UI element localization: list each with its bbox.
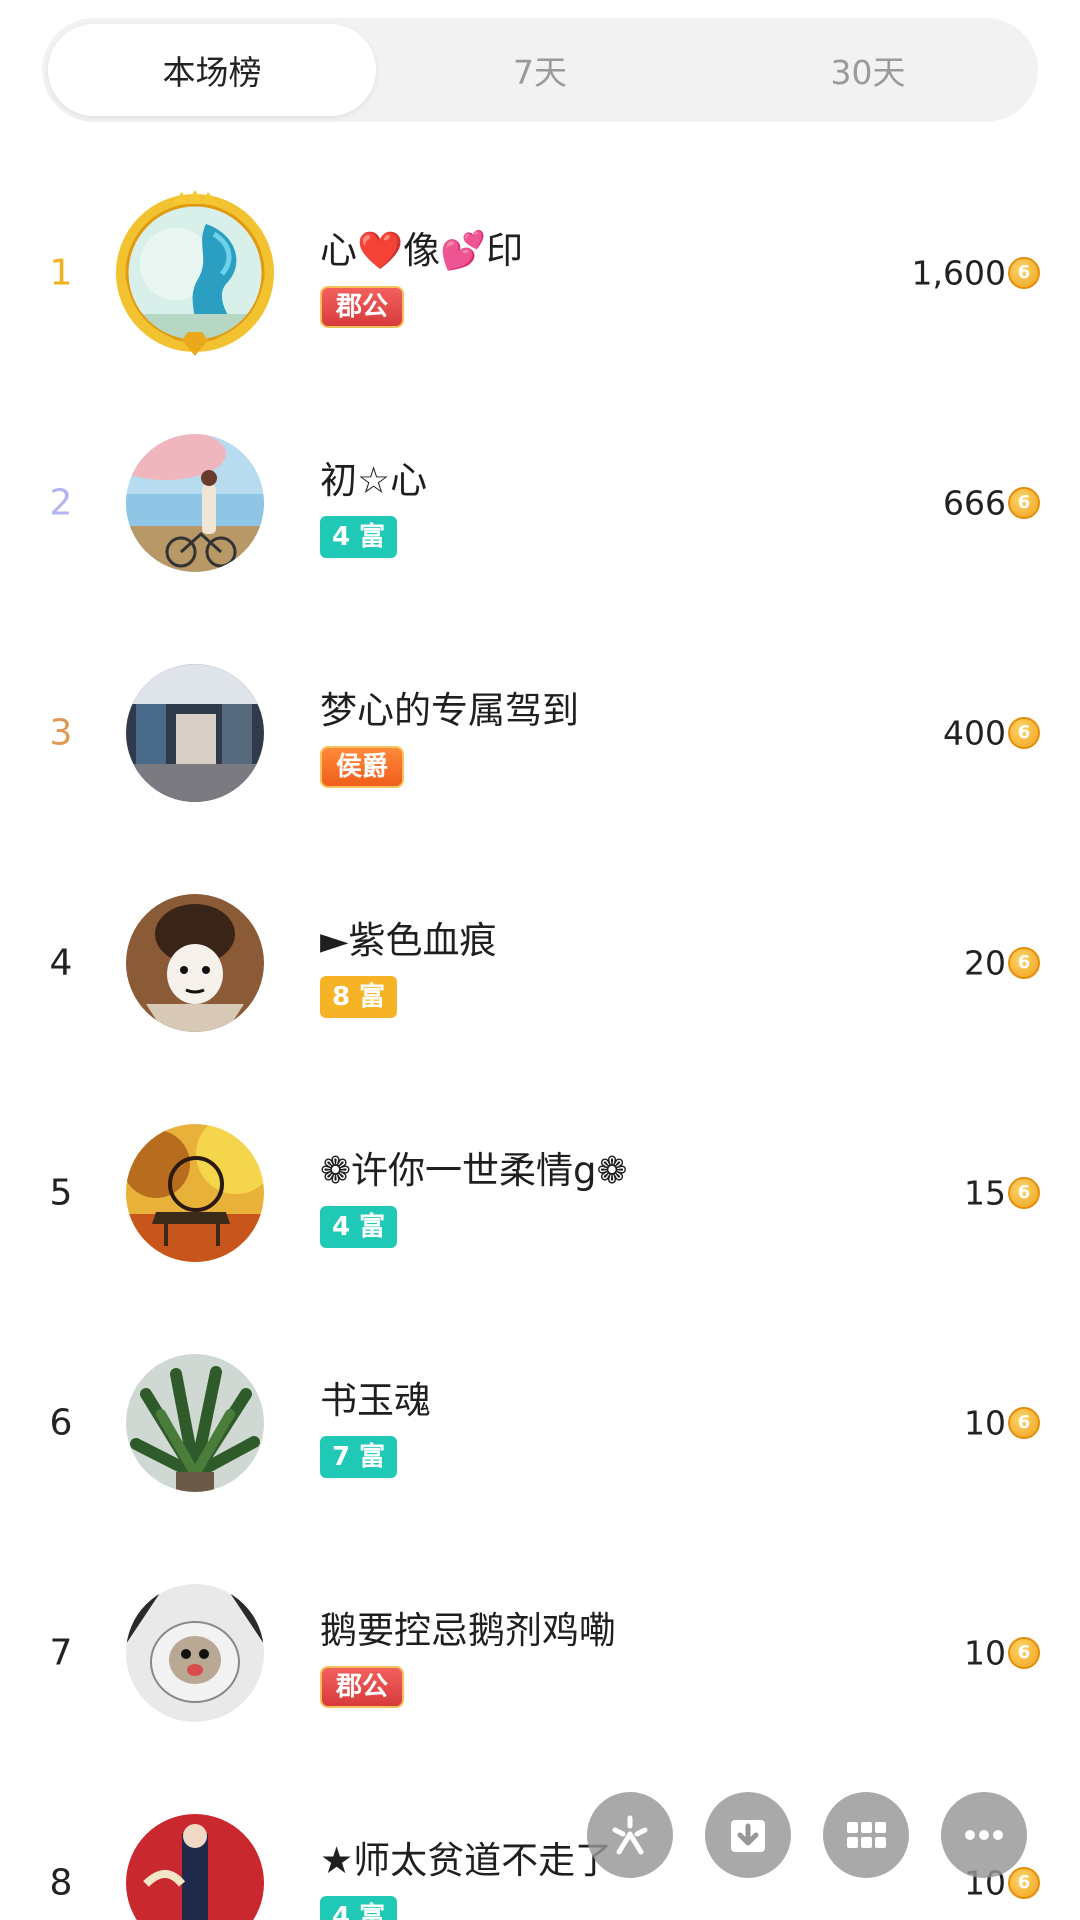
avatar[interactable] (126, 1124, 264, 1262)
rank-number: 6 (49, 1402, 73, 1444)
download-button[interactable] (705, 1792, 791, 1878)
coin-icon: 6 (1008, 947, 1040, 979)
list-item[interactable]: 6 书玉魂 7 富 10 6 (0, 1308, 1080, 1538)
coin-icon: 6 (1008, 487, 1040, 519)
tab-current-session[interactable]: 本场榜 (48, 24, 376, 116)
score-value: 1,600 (911, 253, 1006, 293)
score-value: 10 (964, 1403, 1006, 1443)
list-item[interactable]: 5 ❁许你一世柔情g❁ 4 富 15 6 (0, 1078, 1080, 1308)
rank-number: 4 (49, 942, 73, 984)
grid-button[interactable] (823, 1792, 909, 1878)
noble-badge: 侯爵 (320, 746, 405, 788)
user-name: 心❤️像💕印 (320, 229, 524, 272)
user-name: ❁许你一世柔情g❁ (320, 1149, 628, 1192)
user-name: ►紫色血痕 (320, 919, 497, 962)
list-item[interactable]: 1 心❤️像💕印 郡公 1,600 6 (0, 158, 1080, 388)
sparkle-button[interactable] (587, 1792, 673, 1878)
tab-30-days[interactable]: 30天 (704, 24, 1032, 116)
more-icon (965, 1830, 1003, 1840)
wealth-level-badge: 4 富 (320, 1206, 398, 1248)
rank-number: 1 (49, 252, 73, 294)
list-item[interactable]: 8 ★师太贫道不走了 4 富 10 6 (0, 1768, 1080, 1920)
score-value: 400 (943, 713, 1006, 753)
rank-number: 5 (49, 1172, 73, 1214)
ranking-tabs: 本场榜 7天 30天 (42, 18, 1038, 122)
rank-number: 3 (49, 712, 73, 754)
user-name: 鹅要控忌鹅剂鸡嘞 (320, 1609, 616, 1652)
avatar[interactable] (126, 664, 264, 802)
tab-7-days[interactable]: 7天 (376, 24, 704, 116)
list-item[interactable]: 2 初☆心 4 富 666 6 (0, 388, 1080, 618)
score-value: 15 (964, 1173, 1006, 1213)
grid-icon (847, 1822, 886, 1848)
avatar[interactable] (126, 1354, 264, 1492)
gold-frame-icon (116, 190, 274, 356)
coin-icon: 6 (1008, 1177, 1040, 1209)
coin-icon: 6 (1008, 1407, 1040, 1439)
rank-number: 7 (49, 1632, 73, 1674)
noble-badge: 郡公 (320, 286, 405, 328)
avatar[interactable] (126, 1584, 264, 1722)
user-name: ★师太贫道不走了 (320, 1839, 613, 1882)
score-value: 10 (964, 1633, 1006, 1673)
noble-badge: 郡公 (320, 1666, 405, 1708)
coin-icon: 6 (1008, 1867, 1040, 1899)
list-item[interactable]: 4 ►紫色血痕 8 富 20 6 (0, 848, 1080, 1078)
sparkle-icon (612, 1815, 648, 1855)
coin-icon: 6 (1008, 257, 1040, 289)
wealth-level-badge: 8 富 (320, 976, 398, 1018)
list-item[interactable]: 3 梦心的专属驾到 侯爵 400 6 (0, 618, 1080, 848)
user-name: 初☆心 (320, 459, 428, 502)
wealth-level-badge: 7 富 (320, 1436, 398, 1478)
list-item[interactable]: 7 鹅要控忌鹅剂鸡嘞 郡公 10 6 (0, 1538, 1080, 1768)
ranking-page: 本场榜 7天 30天 1 心❤️像💕印 郡公 1,600 6 2 初☆心 4 富… (0, 0, 1080, 1920)
rank-number: 8 (49, 1862, 73, 1904)
score-value: 666 (943, 483, 1006, 523)
avatar[interactable] (126, 894, 264, 1032)
wealth-level-badge: 4 富 (320, 516, 398, 558)
rank-number: 2 (49, 482, 73, 524)
avatar[interactable] (126, 434, 264, 572)
wealth-level-badge: 4 富 (320, 1896, 398, 1920)
coin-icon: 6 (1008, 1637, 1040, 1669)
avatar[interactable] (126, 1814, 264, 1920)
more-button[interactable] (941, 1792, 1027, 1878)
user-name: 梦心的专属驾到 (320, 689, 579, 732)
user-name: 书玉魂 (320, 1379, 431, 1422)
download-icon (731, 1820, 765, 1852)
coin-icon: 6 (1008, 717, 1040, 749)
score-value: 20 (964, 943, 1006, 983)
